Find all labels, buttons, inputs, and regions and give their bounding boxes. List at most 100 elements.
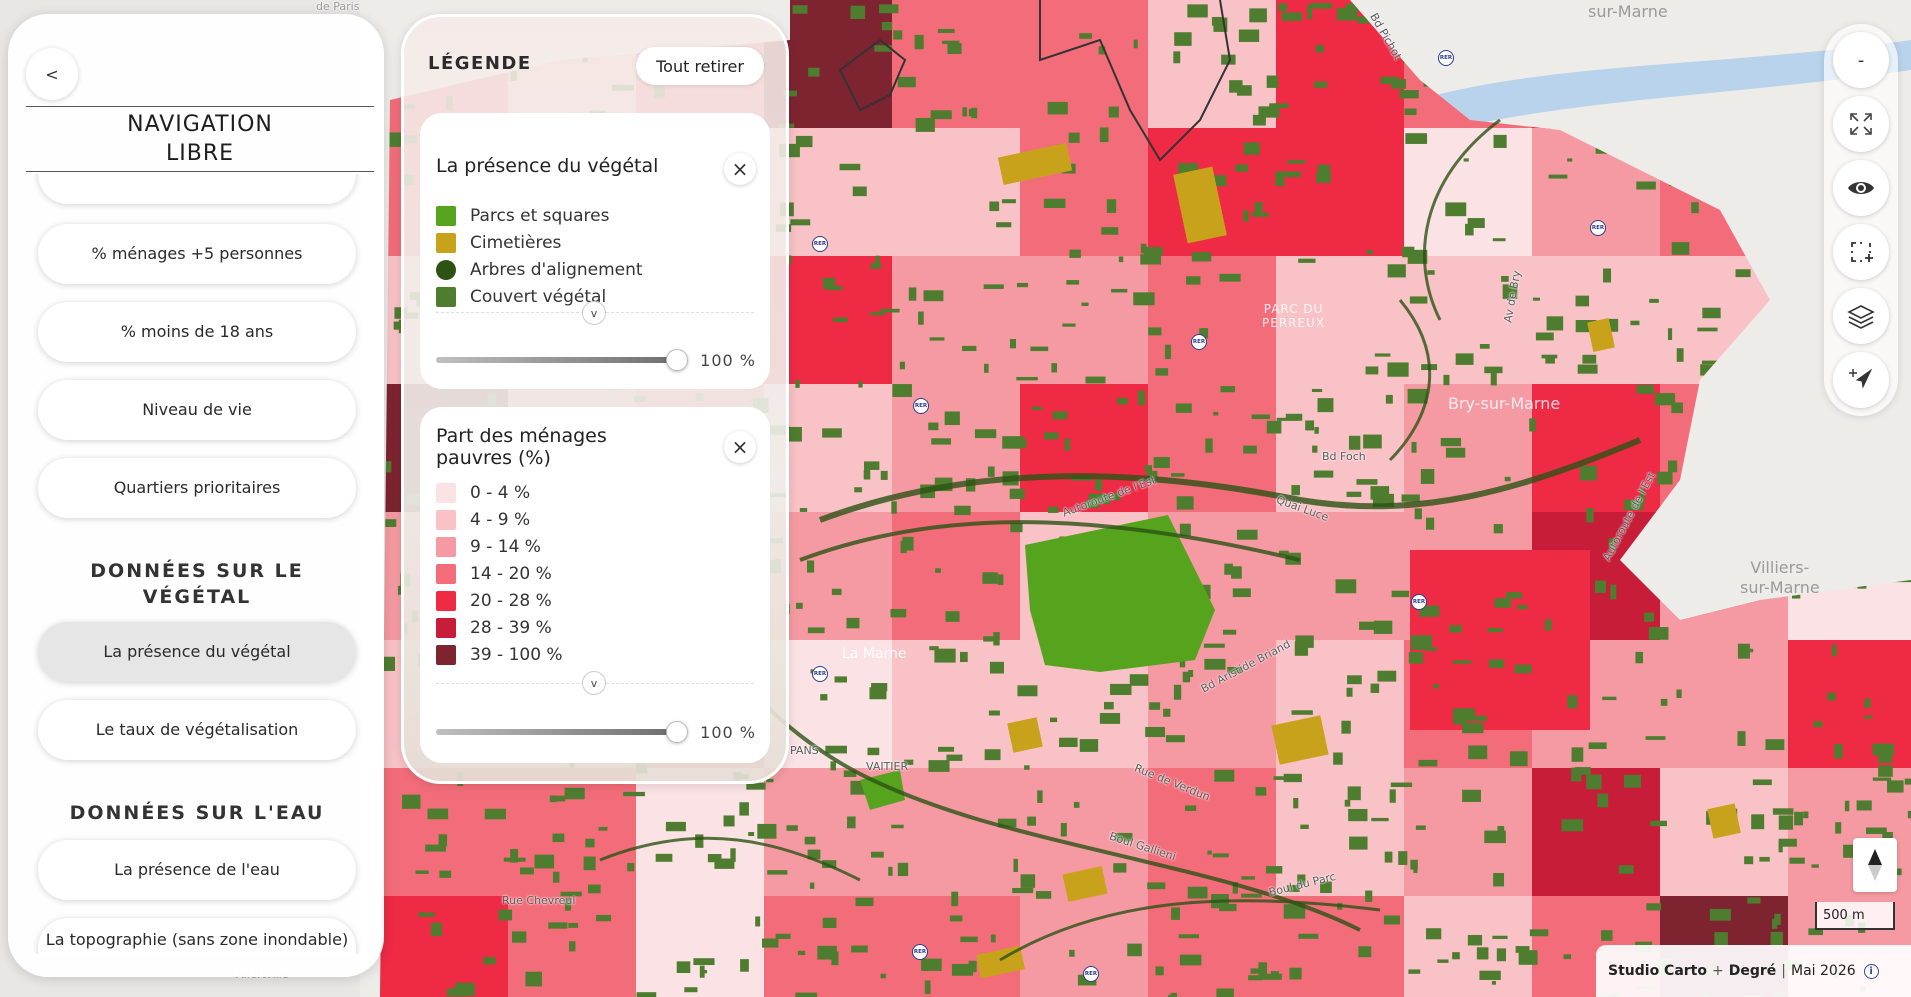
choropleth-cell[interactable] xyxy=(1020,256,1149,385)
vegetation-patch xyxy=(807,627,825,634)
choropleth-cell[interactable] xyxy=(892,256,1021,385)
choropleth-cell[interactable] xyxy=(1020,128,1149,257)
vegetation-patch xyxy=(1174,32,1192,46)
vegetation-patch xyxy=(1440,437,1462,447)
choropleth-cell[interactable] xyxy=(892,640,1021,769)
layer-button-menages-5[interactable]: % ménages +5 personnes xyxy=(38,224,356,284)
remove-all-button[interactable]: Tout retirer xyxy=(636,47,764,85)
layer-button-moins-18[interactable]: % moins de 18 ans xyxy=(38,302,356,362)
vegetation-patch xyxy=(1281,12,1302,21)
rer-station-icon[interactable]: RER xyxy=(1191,334,1207,350)
choropleth-cell[interactable] xyxy=(380,896,509,997)
vegetation-patch xyxy=(1251,414,1270,420)
layer-button-presence-eau[interactable]: La présence de l'eau xyxy=(38,840,356,900)
choropleth-cell[interactable] xyxy=(892,768,1021,897)
vegetation-patch xyxy=(1535,332,1554,341)
cemetery-polygon xyxy=(1007,717,1043,753)
vegetation-patch xyxy=(1363,434,1382,449)
choropleth-cell[interactable] xyxy=(1276,768,1405,897)
back-button[interactable]: < xyxy=(26,48,78,100)
opacity-slider[interactable] xyxy=(436,729,676,735)
rer-station-icon[interactable]: RER xyxy=(1083,966,1099,982)
choropleth-cell[interactable] xyxy=(1410,550,1590,730)
vegetation-patch xyxy=(1170,992,1178,997)
layer-button-topographie[interactable]: La topographie (sans zone inondable) xyxy=(38,918,356,954)
vegetation-patch xyxy=(1059,737,1078,748)
vegetation-patch xyxy=(847,816,856,829)
vegetation-patch xyxy=(1373,620,1393,634)
vegetation-patch xyxy=(1567,695,1578,709)
rer-station-icon[interactable]: RER xyxy=(913,398,929,414)
compass-button[interactable] xyxy=(1853,838,1897,892)
fullscreen-icon xyxy=(1850,113,1872,135)
zoom-out-button[interactable]: - xyxy=(1833,32,1889,88)
layers-button[interactable] xyxy=(1833,288,1889,344)
choropleth-cell[interactable] xyxy=(1404,768,1533,897)
vegetation-patch xyxy=(1563,954,1572,960)
vegetation-patch xyxy=(1266,420,1282,434)
vegetation-patch xyxy=(918,311,924,325)
section-heading-eau: DONNÉES SUR L'EAU xyxy=(69,802,325,824)
rer-station-icon[interactable]: RER xyxy=(912,944,928,960)
rer-station-icon[interactable]: RER xyxy=(1411,594,1427,610)
layer-list[interactable]: % ménages +5 personnes % moins de 18 ans… xyxy=(8,174,384,954)
vegetation-patch xyxy=(402,794,421,809)
vegetation-patch xyxy=(1153,456,1170,468)
rer-station-icon[interactable]: RER xyxy=(812,236,828,252)
vegetation-patch xyxy=(833,317,848,323)
choropleth-cell[interactable] xyxy=(1404,896,1533,997)
choropleth-cell[interactable] xyxy=(508,768,637,897)
vegetation-patch xyxy=(1374,353,1391,357)
legend-swatch xyxy=(436,564,456,584)
rer-station-icon[interactable]: RER xyxy=(812,666,828,682)
vegetation-patch xyxy=(880,973,886,979)
choropleth-cell[interactable] xyxy=(892,896,1021,997)
chevron-down-icon[interactable]: v xyxy=(582,301,606,325)
layer-button-taux-vegetalisation[interactable]: Le taux de végétalisation xyxy=(38,700,356,760)
choropleth-cell[interactable] xyxy=(1148,256,1277,385)
layer-button-niveau-vie[interactable]: Niveau de vie xyxy=(38,380,356,440)
info-icon[interactable]: i xyxy=(1863,963,1879,979)
opacity-slider-handle[interactable] xyxy=(666,349,688,371)
visibility-button[interactable] xyxy=(1833,160,1889,216)
vegetation-patch xyxy=(1506,592,1523,599)
vegetation-patch xyxy=(1445,447,1466,458)
vegetation-patch xyxy=(1608,538,1615,551)
vegetation-patch xyxy=(1488,659,1505,669)
vegetation-patch xyxy=(1465,223,1474,236)
rer-station-icon[interactable]: RER xyxy=(1590,220,1606,236)
vegetation-patch xyxy=(817,945,837,960)
choropleth-cell[interactable] xyxy=(892,128,1021,257)
opacity-slider-handle[interactable] xyxy=(666,721,688,743)
vegetation-patch xyxy=(1445,202,1467,217)
choropleth-cell[interactable] xyxy=(1148,896,1277,997)
choropleth-cell[interactable] xyxy=(1276,256,1405,385)
close-icon[interactable]: × xyxy=(724,153,756,185)
chevron-down-icon[interactable]: v xyxy=(582,671,606,695)
vegetation-patch xyxy=(748,831,755,837)
choropleth-cell[interactable] xyxy=(892,0,1021,129)
fullscreen-button[interactable] xyxy=(1833,96,1889,152)
rer-station-icon[interactable]: RER xyxy=(1438,50,1454,66)
vegetation-patch xyxy=(1148,327,1162,336)
choropleth-cell[interactable] xyxy=(636,768,765,897)
choropleth-cell[interactable] xyxy=(1020,384,1149,513)
vegetation-patch xyxy=(1404,108,1417,116)
locate-button[interactable] xyxy=(1833,352,1889,408)
choropleth-cell[interactable] xyxy=(636,896,765,997)
vegetation-patch xyxy=(1204,658,1226,670)
legend-item: Parcs et squares xyxy=(436,205,609,227)
layer-button-quartiers[interactable]: Quartiers prioritaires xyxy=(38,458,356,518)
vegetation-patch xyxy=(1744,856,1754,865)
vegetation-patch xyxy=(1479,343,1490,349)
legend-swatch xyxy=(436,645,456,665)
vegetation-patch xyxy=(1582,354,1597,364)
vegetation-patch xyxy=(990,934,996,943)
opacity-slider[interactable] xyxy=(436,357,676,363)
layer-button-partial[interactable] xyxy=(38,174,356,204)
vegetation-patch xyxy=(1313,81,1328,88)
choropleth-cell[interactable] xyxy=(1276,128,1405,257)
layer-button-presence-vegetal[interactable]: La présence du végétal xyxy=(38,622,356,682)
select-area-button[interactable] xyxy=(1833,224,1889,280)
close-icon[interactable]: × xyxy=(724,431,756,463)
